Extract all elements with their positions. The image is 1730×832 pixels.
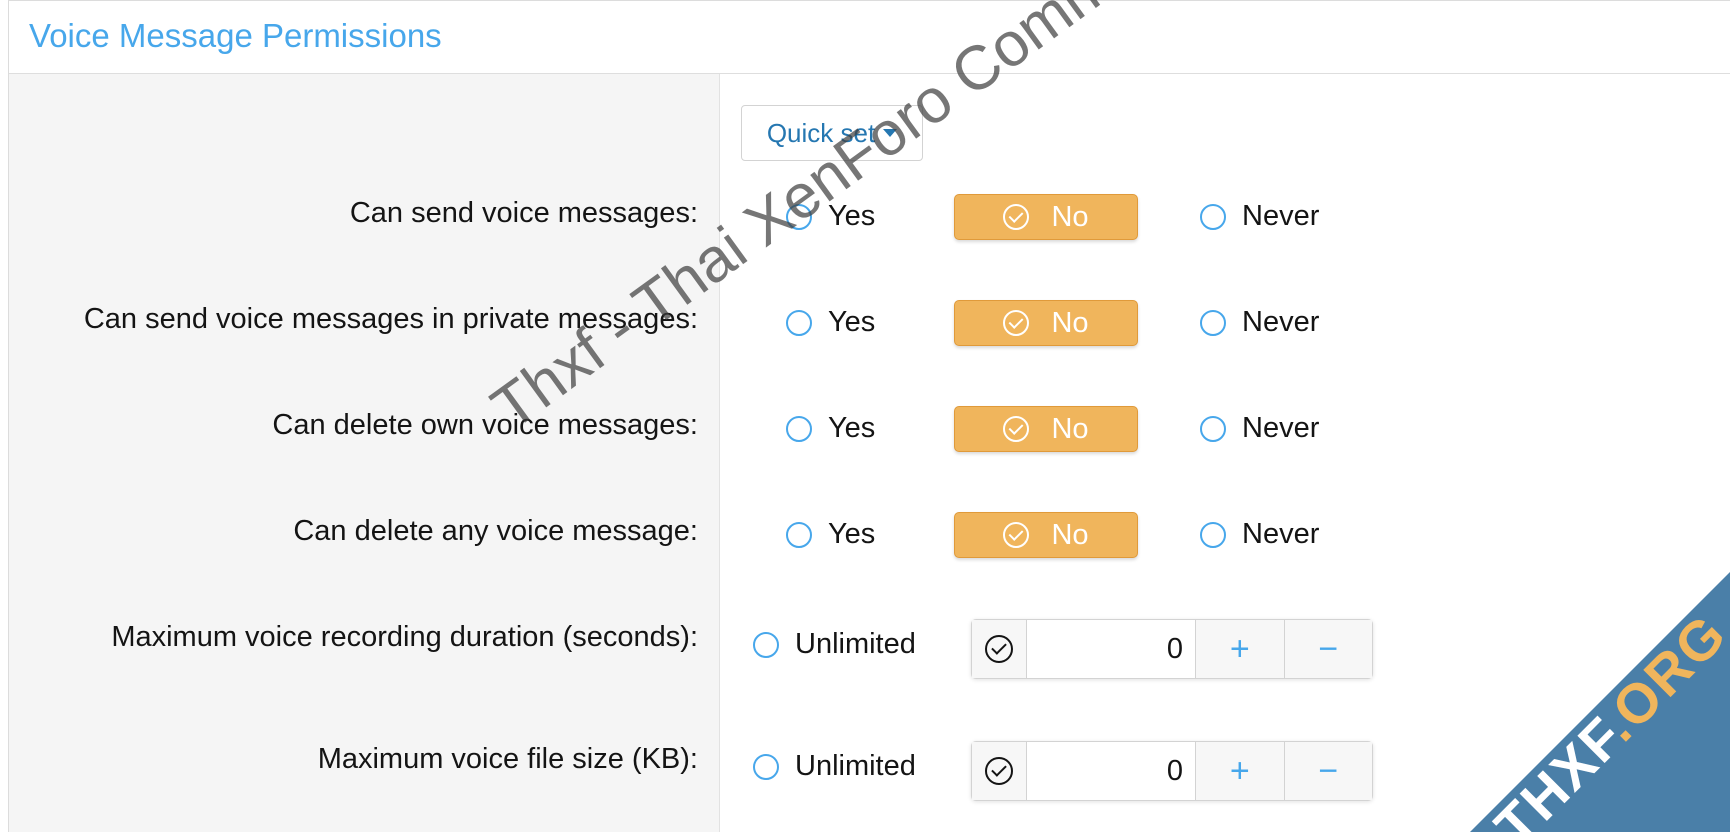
option-label: Yes [828, 200, 876, 232]
radio-no-delete-own-selected[interactable]: No [954, 406, 1138, 452]
option-label: Yes [828, 518, 876, 550]
quick-set-label: Quick set [766, 117, 876, 148]
file-size-number-input: 0 + − [971, 741, 1373, 801]
radio-no-delete-any-selected[interactable]: No [954, 512, 1138, 558]
option-label: Yes [828, 306, 876, 338]
row-label-send: Can send voice messages: [349, 197, 698, 229]
radio-yes-send[interactable]: Yes [786, 200, 875, 233]
radio-never-delete-any[interactable]: Never [1200, 518, 1319, 551]
option-label: Unlimited [795, 750, 916, 782]
radio-icon [786, 309, 812, 336]
row-label-max-file-size: Maximum voice file size (KB): [317, 743, 698, 775]
caret-down-icon [883, 129, 898, 137]
increment-button[interactable]: + [1195, 742, 1284, 800]
radio-unlimited-duration[interactable]: Unlimited [753, 628, 916, 661]
row-label-delete-any: Can delete any voice message: [293, 515, 698, 547]
radio-yes-delete-any[interactable]: Yes [786, 518, 875, 551]
section-title: Voice Message Permissions [29, 17, 442, 54]
decrement-button[interactable]: − [1283, 742, 1372, 800]
increment-button[interactable]: + [1195, 620, 1284, 678]
radio-icon [786, 415, 812, 442]
option-label: Unlimited [795, 628, 916, 660]
radio-no-send-pm-selected[interactable]: No [954, 300, 1138, 346]
radio-icon [753, 631, 779, 658]
check-circle-icon [1003, 204, 1030, 230]
option-label: No [1051, 306, 1089, 339]
check-circle-icon [1003, 416, 1030, 442]
section-header: Voice Message Permissions [9, 1, 1730, 74]
radio-no-send-selected[interactable]: No [954, 194, 1138, 240]
radio-unlimited-file-size[interactable]: Unlimited [753, 750, 916, 783]
radio-icon [786, 203, 812, 230]
radio-icon [1200, 309, 1226, 336]
check-circle-icon [985, 635, 1014, 663]
row-label-send-pm: Can send voice messages in private messa… [83, 303, 698, 335]
radio-icon [1200, 415, 1226, 442]
option-label: Never [1242, 412, 1320, 444]
enable-value-toggle[interactable] [972, 620, 1028, 678]
option-label: Never [1242, 200, 1320, 232]
option-label: Never [1242, 518, 1320, 550]
enable-value-toggle[interactable] [972, 742, 1028, 800]
option-label: Never [1242, 306, 1320, 338]
row-label-max-duration: Maximum voice recording duration (second… [111, 621, 698, 653]
row-label-delete-own: Can delete own voice messages: [272, 409, 698, 441]
duration-number-input: 0 + − [971, 619, 1373, 679]
option-label: Yes [828, 412, 876, 444]
duration-value-field[interactable]: 0 [1027, 620, 1195, 678]
radio-icon [753, 753, 779, 780]
option-label: No [1051, 518, 1089, 551]
quick-set-button[interactable]: Quick set [741, 105, 923, 161]
option-label: No [1051, 200, 1089, 233]
radio-yes-send-pm[interactable]: Yes [786, 306, 875, 339]
radio-icon [786, 521, 812, 548]
radio-never-delete-own[interactable]: Never [1200, 412, 1319, 445]
check-circle-icon [1003, 522, 1030, 548]
file-size-value-field[interactable]: 0 [1027, 742, 1195, 800]
radio-never-send-pm[interactable]: Never [1200, 306, 1319, 339]
check-circle-icon [1003, 310, 1030, 336]
decrement-button[interactable]: − [1283, 620, 1372, 678]
radio-icon [1200, 203, 1226, 230]
label-column [9, 74, 720, 832]
radio-icon [1200, 521, 1226, 548]
radio-never-send[interactable]: Never [1200, 200, 1319, 233]
check-circle-icon [985, 757, 1014, 785]
option-label: No [1051, 412, 1089, 445]
radio-yes-delete-own[interactable]: Yes [786, 412, 875, 445]
